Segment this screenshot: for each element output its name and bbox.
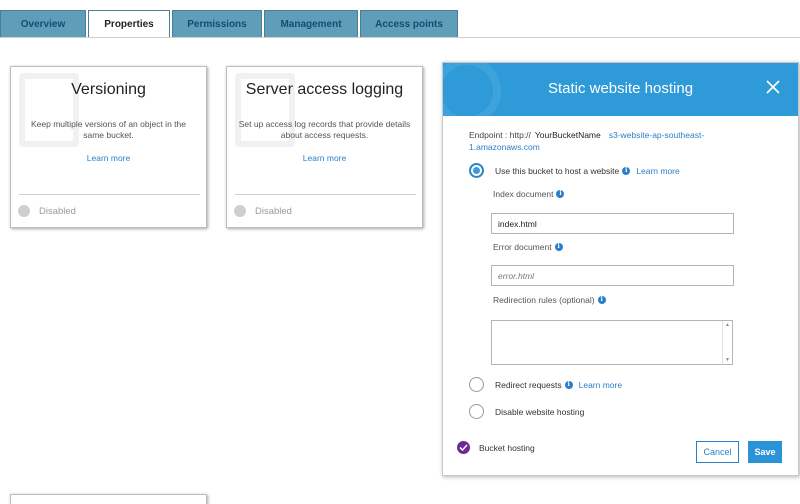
info-icon[interactable]: i [554,243,563,251]
tab-management[interactable]: Management [264,10,358,38]
redirection-rules-label-text: Redirection rules (optional) [493,295,595,305]
tab-overview[interactable]: Overview [0,10,86,38]
disable-hosting-radio[interactable] [469,404,484,419]
logging-status-label: Disabled [255,205,292,217]
versioning-status-label: Disabled [39,205,76,217]
logging-description: Set up access log records that provide d… [238,119,411,140]
disable-hosting-label: Disable website hosting [495,406,585,417]
error-document-label: Error document i [493,242,563,252]
host-website-label: Use this bucket to host a website [495,165,620,176]
info-icon[interactable]: i [622,166,631,175]
card-divider [235,194,416,195]
info-icon[interactable]: i [597,296,606,304]
disabled-indicator-icon [18,205,30,217]
logging-status: Disabled [234,205,292,217]
versioning-title: Versioning [71,81,146,98]
versioning-status: Disabled [18,205,76,217]
endpoint-label: Endpoint : http:// [469,130,531,140]
info-icon[interactable]: i [564,380,573,389]
card-divider [19,194,200,195]
option-disable-hosting[interactable]: Disable website hosting [469,404,584,419]
save-button[interactable]: Save [748,441,782,463]
tab-divider [0,37,800,38]
tab-access-points[interactable]: Access points [360,10,458,38]
panel-header: Static website hosting [443,63,798,116]
index-document-input[interactable] [491,213,734,234]
logging-title: Server access logging [245,81,404,98]
logging-learn-more-link[interactable]: Learn more [227,153,422,163]
index-document-label: Index document i [493,189,565,199]
redirect-requests-radio[interactable] [469,377,484,392]
redirection-rules-textarea[interactable]: ▲ ▼ [491,320,733,365]
error-document-label-text: Error document [493,242,552,252]
static-website-hosting-panel: Static website hosting Endpoint : http:/… [442,62,799,476]
disabled-indicator-icon [234,205,246,217]
endpoint-host-link-cont[interactable]: 1.amazonaws.com [469,141,769,153]
index-document-label-text: Index document [493,189,554,199]
tab-bar: Overview Properties Permissions Manageme… [0,10,460,38]
close-icon[interactable] [766,80,780,94]
versioning-description: Keep multiple versions of an object in t… [31,119,186,140]
redirection-rules-label: Redirection rules (optional) i [493,295,606,305]
bucket-hosting-status: Bucket hosting [457,441,535,454]
tab-properties[interactable]: Properties [88,10,170,38]
versioning-learn-more-link[interactable]: Learn more [11,153,206,163]
check-icon [457,441,470,454]
versioning-card[interactable]: Versioning Keep multiple versions of an … [10,66,207,228]
info-icon[interactable]: i [556,190,565,198]
scroll-down-icon[interactable]: ▼ [725,357,730,363]
bucket-hosting-label: Bucket hosting [479,442,535,453]
option-host-website[interactable]: Use this bucket to host a website i Lear… [469,163,680,178]
endpoint-host-link[interactable]: s3-website-ap-southeast- [609,130,704,140]
redirect-learn-more-link[interactable]: Learn more [579,380,622,390]
bucket-name: YourBucketName [534,130,601,140]
host-learn-more-link[interactable]: Learn more [636,166,679,176]
logging-card[interactable]: Server access logging Set up access log … [226,66,423,228]
textarea-scrollbar[interactable]: ▲ ▼ [722,321,732,364]
host-website-radio[interactable] [469,163,484,178]
option-redirect-requests[interactable]: Redirect requests i Learn more [469,377,622,392]
cancel-button[interactable]: Cancel [696,441,739,463]
tab-permissions[interactable]: Permissions [172,10,262,38]
next-property-card[interactable] [10,494,207,504]
redirect-requests-label: Redirect requests [495,379,562,390]
endpoint-info: Endpoint : http://YourBucketName s3-websi… [469,129,769,153]
panel-title: Static website hosting [547,80,694,97]
error-document-input[interactable] [491,265,734,286]
scroll-up-icon[interactable]: ▲ [725,322,730,328]
